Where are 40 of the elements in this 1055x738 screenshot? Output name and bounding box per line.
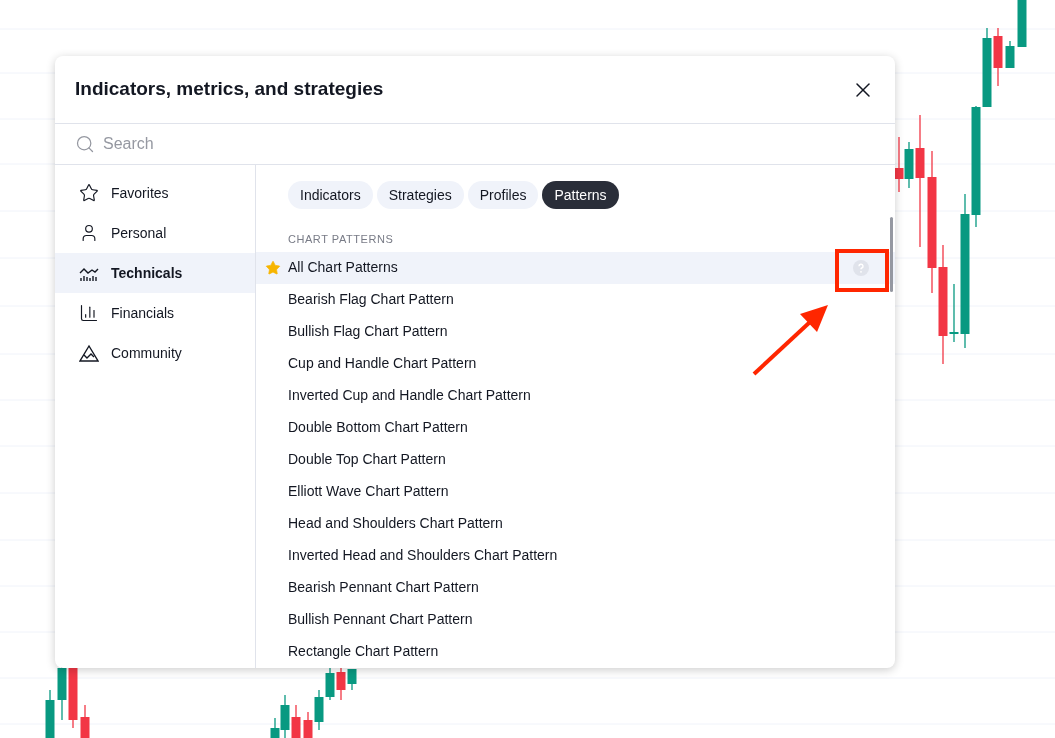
pattern-list-item[interactable]: Bullish Flag Chart Pattern [256, 315, 895, 348]
pattern-list-item[interactable]: Bearish Pennant Chart Pattern [256, 571, 895, 604]
pattern-list-item[interactable]: Bearish Flag Chart Pattern [256, 283, 895, 316]
sidebar-item[interactable]: Favorites [55, 173, 255, 213]
pattern-list-item[interactable]: Head and Shoulders Chart Pattern [256, 507, 895, 540]
section-heading: CHART PATTERNS [287, 232, 395, 247]
pattern-list-item[interactable]: Inverted Cup and Handle Chart Pattern [256, 379, 895, 412]
candlestick [1005, 40, 1015, 69]
pattern-list-item[interactable]: Cup and Handle Chart Pattern [256, 347, 895, 380]
candlestick [80, 704, 90, 738]
sidebar-item[interactable]: Technicals [55, 253, 255, 293]
pattern-list-item[interactable]: Elliott Wave Chart Pattern [256, 475, 895, 508]
candlestick [993, 27, 1003, 87]
star-icon [79, 183, 99, 203]
pattern-list-item[interactable]: All Chart Patterns [256, 251, 895, 284]
pattern-list-item[interactable]: Rectangle Chart Pattern [256, 635, 895, 668]
pattern-list-item[interactable]: Double Bottom Chart Pattern [256, 411, 895, 444]
sidebar-item[interactable]: Personal [55, 213, 255, 253]
category-tab[interactable]: Indicators [288, 181, 373, 209]
highlight-frame [835, 249, 889, 292]
category-tab[interactable]: Profiles [467, 181, 539, 209]
pattern-list-item[interactable]: Inverted Head and Shoulders Chart Pattern [256, 539, 895, 572]
candlestick [45, 689, 55, 738]
dialog-title: Indicators, metrics, and strategies [75, 77, 384, 102]
candlestick [894, 136, 904, 193]
sidebar-item[interactable]: Financials [55, 293, 255, 333]
category-tab[interactable]: Patterns [542, 181, 619, 209]
candlestick [291, 704, 301, 738]
mountain-icon [79, 343, 99, 363]
search-field[interactable]: Search [103, 132, 875, 156]
sidebar-item[interactable]: Community [55, 333, 255, 373]
category-tab[interactable]: Strategies [376, 181, 464, 209]
bar-chart-icon [79, 303, 99, 323]
help-icon[interactable] [853, 259, 869, 276]
candlestick [1017, 0, 1027, 48]
pattern-list-item[interactable]: Bullish Pennant Chart Pattern [256, 603, 895, 636]
scrollbar-thumb[interactable] [890, 217, 893, 292]
pattern-list-item[interactable]: Double Top Chart Pattern [256, 443, 895, 476]
search-icon [75, 134, 95, 154]
star-icon[interactable] [265, 259, 281, 276]
